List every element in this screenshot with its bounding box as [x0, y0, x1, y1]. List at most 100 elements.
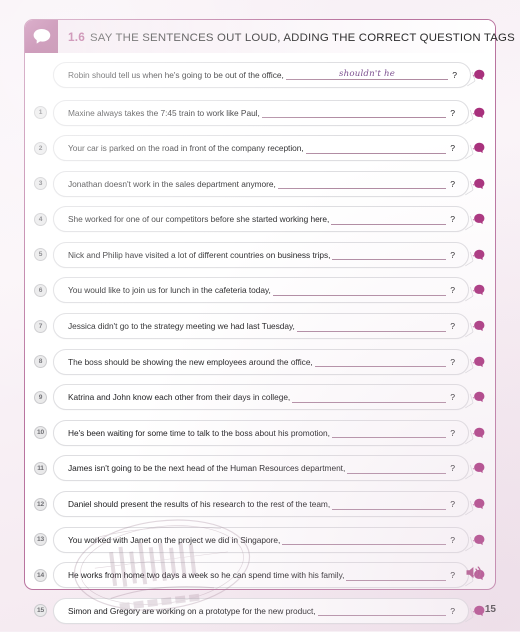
question-mark: ?	[450, 143, 455, 154]
answer-blank[interactable]	[277, 178, 447, 190]
sentence-balloon[interactable]: She worked for one of our competitors be…	[53, 206, 469, 233]
question-row: 1 Maxine always takes the 7:45 train to w…	[25, 98, 495, 127]
sentence-text: He's been waiting for some time to talk …	[68, 427, 330, 438]
question-mark: ?	[450, 107, 455, 118]
question-row: 5 Nick and Philip have visited a lot of d…	[25, 240, 495, 269]
page-number: 15	[484, 604, 496, 615]
question-number-badge: 8	[34, 355, 47, 369]
speaking-head-icon[interactable]	[471, 424, 489, 442]
question-mark: ?	[450, 214, 455, 225]
question-mark: ?	[450, 570, 455, 581]
question-number-badge: 14	[34, 568, 47, 582]
speaking-head-icon[interactable]	[471, 388, 489, 406]
page-title: 1.6 SAY THE SENTENCES OUT LOUD, ADDING TH…	[58, 30, 515, 44]
sentence-balloon[interactable]: You worked with Janet on the project we …	[53, 526, 469, 553]
speaking-head-icon[interactable]	[471, 495, 489, 513]
question-mark: ?	[450, 605, 455, 616]
answer-blank[interactable]	[272, 285, 447, 296]
sentence-text: Simon and Gregory are working on a proto…	[68, 605, 316, 616]
answer-blank[interactable]	[347, 463, 447, 474]
answer-blank[interactable]	[282, 534, 447, 546]
question-number-badge: 3	[34, 177, 47, 191]
question-mark: ?	[450, 427, 455, 438]
question-row: 13 You worked with Janet on the project w…	[25, 525, 495, 554]
sentence-balloon[interactable]: You would like to join us for lunch in t…	[53, 277, 469, 304]
answer-blank[interactable]	[332, 499, 447, 510]
answer-blank[interactable]	[292, 392, 447, 403]
question-row: 12 Daniel should present the results of h…	[25, 490, 495, 519]
sentence-balloon[interactable]: Simon and Gregory are working on a proto…	[53, 597, 469, 624]
speaking-head-icon[interactable]	[471, 317, 489, 335]
question-mark: ?	[450, 392, 455, 403]
exercise-header: 1.6 SAY THE SENTENCES OUT LOUD, ADDING TH…	[25, 20, 515, 53]
question-number-badge: 6	[34, 283, 47, 297]
sentence-balloon[interactable]: Jonathan doesn't work in the sales depar…	[53, 170, 469, 197]
question-number-badge: 12	[34, 497, 47, 511]
answer-blank[interactable]	[314, 356, 447, 368]
question-mark: ?	[450, 249, 455, 260]
sentence-balloon[interactable]: Daniel should present the results of his…	[53, 491, 469, 518]
sentence-text: You worked with Janet on the project we …	[68, 534, 281, 545]
speaking-head-icon[interactable]	[471, 531, 489, 549]
answer-blank[interactable]	[346, 570, 447, 581]
speaking-head-icon[interactable]	[471, 281, 489, 299]
speaking-head-icon[interactable]	[471, 139, 489, 157]
question-number-badge: 13	[34, 533, 47, 547]
sentence-balloon[interactable]: James isn't going to be the next head of…	[53, 455, 469, 482]
sentence-balloon[interactable]: He works from home two days a week so he…	[53, 562, 469, 589]
sentence-balloon[interactable]: Katrina and John know each other from th…	[53, 384, 469, 411]
answer-blank[interactable]: shouldn't he	[285, 68, 449, 80]
sentence-text: She worked for one of our competitors be…	[68, 214, 330, 225]
question-number-badge: 4	[34, 212, 47, 226]
sentence-text: Robin should tell us when he's going to …	[68, 69, 284, 80]
sentence-balloon[interactable]: Maxine always takes the 7:45 train to wo…	[53, 99, 469, 126]
answer-blank[interactable]	[332, 249, 447, 261]
question-list: Robin should tell us when he's going to …	[25, 60, 495, 632]
sentence-balloon[interactable]: The boss should be showing the new emplo…	[53, 348, 469, 375]
sentence-balloon[interactable]: He's been waiting for some time to talk …	[53, 419, 469, 446]
answer-blank[interactable]	[317, 605, 447, 617]
speaking-head-icon[interactable]	[471, 66, 489, 84]
question-row: 8 The boss should be showing the new empl…	[25, 347, 495, 376]
question-mark: ?	[450, 321, 455, 332]
question-number-badge: 1	[34, 106, 47, 119]
question-number-badge: 11	[34, 461, 47, 475]
exercise-panel: 1.6 SAY THE SENTENCES OUT LOUD, ADDING TH…	[24, 19, 515, 624]
question-number-badge: 2	[34, 141, 47, 155]
question-row: 11 James isn't going to be the next head …	[25, 454, 495, 483]
answer-blank[interactable]	[261, 107, 447, 118]
sentence-text: You would like to join us for lunch in t…	[68, 285, 271, 296]
answer-text: shouldn't he	[338, 68, 396, 79]
question-row: 3 Jonathan doesn't work in the sales depa…	[25, 169, 495, 198]
question-row: 14 He works from home two days a week so …	[25, 561, 495, 590]
page-root: 1.6 SAY THE SENTENCES OUT LOUD, ADDING TH…	[0, 0, 520, 631]
question-mark: ?	[450, 463, 455, 474]
speaking-head-icon[interactable]	[471, 459, 489, 477]
sentence-text: Your car is parked on the road in front …	[68, 143, 304, 154]
sentence-text: Daniel should present the results of his…	[68, 499, 331, 510]
sentence-balloon[interactable]: Nick and Philip have visited a lot of di…	[53, 241, 469, 268]
question-mark: ?	[452, 69, 457, 80]
exercise-number: 1.6	[68, 29, 85, 44]
speaking-head-icon[interactable]	[471, 353, 489, 371]
question-row: 2 Your car is parked on the road in front…	[25, 134, 495, 163]
question-row: 4 She worked for one of our competitors b…	[25, 205, 495, 234]
answer-blank[interactable]	[331, 214, 447, 225]
answer-blank[interactable]	[296, 321, 447, 332]
answer-blank[interactable]	[305, 143, 447, 154]
question-mark: ?	[450, 534, 455, 545]
question-row: 6 You would like to join us for lunch in …	[25, 276, 495, 305]
sentence-balloon[interactable]: Jessica didn't go to the strategy meetin…	[53, 313, 469, 340]
sentence-text: James isn't going to be the next head of…	[68, 463, 346, 474]
answer-blank[interactable]	[331, 427, 447, 439]
sentence-text: The boss should be showing the new emplo…	[68, 356, 313, 367]
speaker-icon[interactable]	[465, 565, 483, 580]
question-mark: ?	[450, 356, 455, 367]
speaking-head-icon[interactable]	[471, 246, 489, 264]
speaking-head-icon[interactable]	[471, 210, 489, 228]
speaking-head-icon[interactable]	[471, 104, 489, 122]
speaking-head-icon[interactable]	[471, 175, 489, 193]
sentence-balloon[interactable]: Robin should tell us when he's going to …	[53, 61, 471, 88]
sentence-balloon[interactable]: Your car is parked on the road in front …	[53, 135, 469, 162]
question-number-badge: 15	[34, 604, 47, 618]
